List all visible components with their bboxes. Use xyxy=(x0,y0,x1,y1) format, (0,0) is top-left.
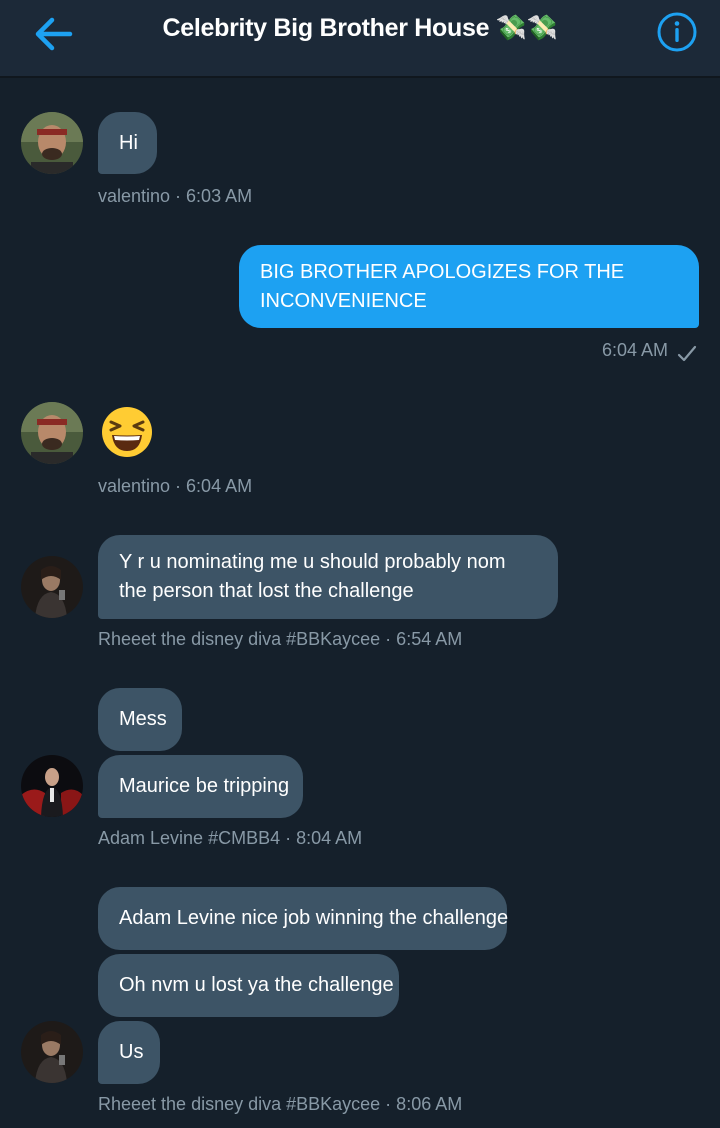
message-list[interactable]: Hi valentino · 6:03 AM BIG BROTHER APOLO… xyxy=(0,78,720,1128)
avatar-image xyxy=(21,556,83,618)
message-meta: 6:04 AM xyxy=(602,340,669,360)
info-icon[interactable] xyxy=(656,11,698,53)
message-bubble[interactable]: Maurice be tripping xyxy=(98,755,303,818)
avatar-valentino[interactable] xyxy=(21,112,83,174)
avatar-valentino[interactable] xyxy=(21,402,83,464)
avatar-image xyxy=(21,755,83,817)
avatar-kaycee[interactable] xyxy=(21,556,83,618)
laughing-squint-emoji[interactable] xyxy=(100,405,154,459)
conversation-title[interactable]: Celebrity Big Brother House 💸💸 xyxy=(0,14,720,43)
message-bubble[interactable]: Y r u nominating me u should probably no… xyxy=(98,535,558,619)
avatar-image xyxy=(21,1021,83,1083)
avatar-kaycee[interactable] xyxy=(21,1021,83,1083)
message-bubble-outgoing[interactable]: BIG BROTHER APOLOGIZES FOR THE INCONVENI… xyxy=(239,245,699,328)
message-bubble[interactable]: Adam Levine nice job winning the challen… xyxy=(98,887,508,950)
message-bubble[interactable]: Hi xyxy=(98,112,157,174)
message-meta: valentino · 6:03 AM xyxy=(98,186,253,206)
message-meta: Rheeet the disney diva #BBKaycee · 6:54 … xyxy=(98,629,463,649)
message-bubble[interactable]: Mess xyxy=(98,688,182,751)
checkmark-icon xyxy=(677,345,697,362)
avatar-image xyxy=(21,112,83,174)
message-meta: Adam Levine #CMBB4 · 8:04 AM xyxy=(98,828,363,848)
message-bubble[interactable]: Us xyxy=(98,1021,160,1084)
conversation-header: Celebrity Big Brother House 💸💸 xyxy=(0,0,720,78)
avatar-adam-levine[interactable] xyxy=(21,755,83,817)
message-meta: valentino · 6:04 AM xyxy=(98,476,253,496)
message-bubble[interactable]: Oh nvm u lost ya the challenge xyxy=(98,954,399,1017)
avatar-image xyxy=(21,402,83,464)
message-meta: Rheeet the disney diva #BBKaycee · 8:06 … xyxy=(98,1094,463,1114)
